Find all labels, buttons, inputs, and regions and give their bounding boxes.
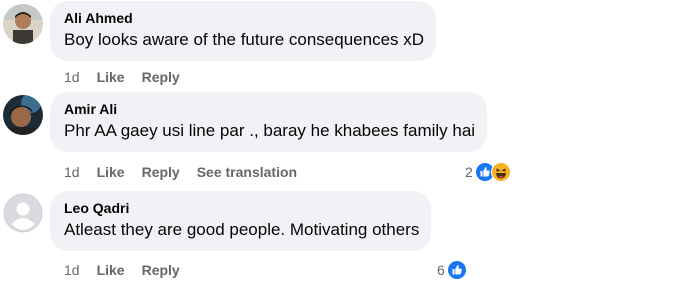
comment-3: Leo Qadri Atleast they are good people. … bbox=[0, 189, 699, 283]
comment-timestamp[interactable]: 1d bbox=[64, 162, 80, 182]
like-button[interactable]: Like bbox=[97, 162, 125, 182]
comment-timestamp[interactable]: 1d bbox=[64, 260, 80, 280]
reaction-count: 2 bbox=[465, 164, 473, 180]
comment-1: Ali Ahmed Boy looks aware of the future … bbox=[0, 0, 699, 90]
reaction-summary[interactable]: 2 bbox=[465, 161, 511, 183]
comment-bubble: Leo Qadri Atleast they are good people. … bbox=[50, 191, 432, 251]
comment-text: Atleast they are good people. Motivating… bbox=[64, 220, 420, 239]
reply-button[interactable]: Reply bbox=[142, 260, 180, 280]
comment-bubble: Amir Ali Phr AA gaey usi line par ., bar… bbox=[50, 92, 488, 152]
like-button[interactable]: Like bbox=[97, 67, 125, 87]
avatar-ali-ahmed[interactable] bbox=[3, 4, 43, 44]
see-translation-button[interactable]: See translation bbox=[197, 162, 297, 182]
comment-actions: 1d Like Reply See translation bbox=[64, 162, 314, 182]
comment-text: Phr AA gaey usi line par ., baray he kha… bbox=[64, 121, 476, 140]
comment-author[interactable]: Ali Ahmed bbox=[64, 9, 424, 27]
haha-icon bbox=[490, 162, 511, 182]
reply-button[interactable]: Reply bbox=[142, 67, 180, 87]
comment-timestamp[interactable]: 1d bbox=[64, 67, 80, 87]
comment-text: Boy looks aware of the future consequenc… bbox=[64, 30, 425, 49]
comment-author[interactable]: Leo Qadri bbox=[64, 199, 419, 217]
comment-actions: 1d Like Reply bbox=[64, 67, 197, 87]
like-button[interactable]: Like bbox=[97, 260, 125, 280]
comment-actions: 1d Like Reply bbox=[64, 260, 197, 280]
profile-photo-icon bbox=[3, 4, 43, 44]
reply-button[interactable]: Reply bbox=[142, 162, 180, 182]
reaction-summary[interactable]: 6 bbox=[437, 259, 467, 281]
default-avatar-icon bbox=[3, 193, 43, 233]
reaction-count: 6 bbox=[437, 262, 445, 278]
avatar-leo-qadri[interactable] bbox=[3, 193, 43, 233]
comment-author[interactable]: Amir Ali bbox=[64, 100, 475, 118]
avatar-amir-ali[interactable] bbox=[3, 95, 43, 135]
comment-2: Amir Ali Phr AA gaey usi line par ., bar… bbox=[0, 92, 699, 187]
like-icon bbox=[446, 260, 467, 280]
comment-bubble: Ali Ahmed Boy looks aware of the future … bbox=[50, 1, 437, 61]
profile-photo-icon bbox=[3, 95, 43, 135]
